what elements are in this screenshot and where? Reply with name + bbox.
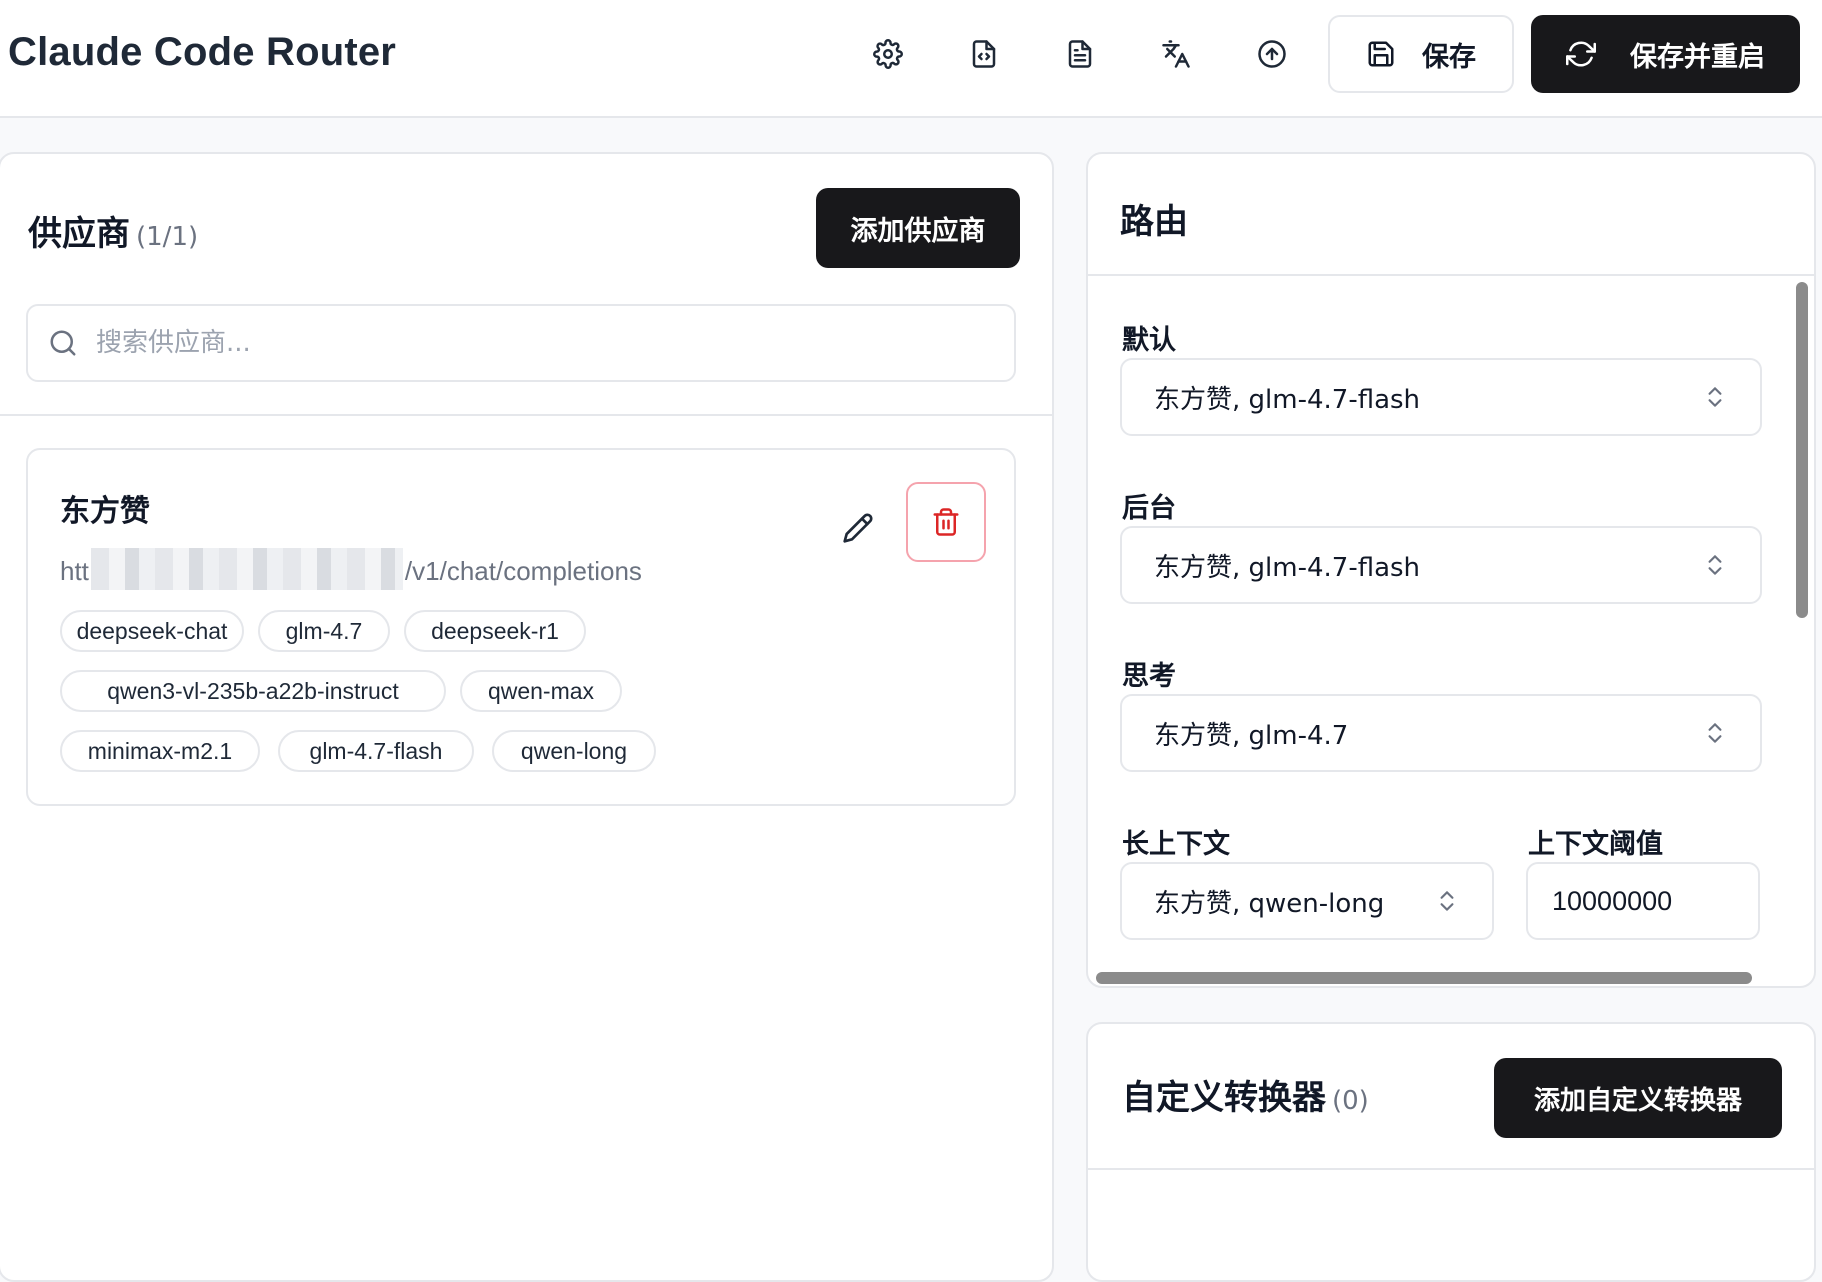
delete-provider-button[interactable] bbox=[906, 482, 986, 562]
save-label: 保存 bbox=[1422, 41, 1476, 73]
chevron-up-down-icon bbox=[1708, 555, 1722, 575]
model-chip: minimax-m2.1 bbox=[60, 730, 260, 772]
save-icon bbox=[1368, 41, 1394, 67]
model-chip: deepseek-r1 bbox=[404, 610, 586, 652]
chevron-up-down-icon bbox=[1440, 891, 1454, 911]
chevron-up-down-icon bbox=[1708, 387, 1722, 407]
provider-card: 东方赞 htt/v1/chat/completions deepseek-cha… bbox=[26, 448, 1016, 806]
router-title: 路由 bbox=[1120, 202, 1188, 242]
redacted-url-segment bbox=[90, 548, 403, 590]
pencil-icon bbox=[843, 513, 873, 543]
app-title: Claude Code Router bbox=[8, 30, 397, 74]
model-chip: qwen-max bbox=[460, 670, 622, 712]
router-panel: 路由 默认 东方赞, glm-4.7-flash 后台 东方赞, glm-4.7… bbox=[1086, 152, 1816, 988]
providers-panel: 供应商(1/1) 添加供应商 东方赞 htt/v1/chat/completio… bbox=[0, 152, 1054, 1282]
providers-count: (1/1) bbox=[136, 222, 199, 252]
add-provider-button[interactable]: 添加供应商 bbox=[816, 188, 1020, 268]
providers-title: 供应商 (1/1) bbox=[28, 214, 199, 254]
transformers-count: (0) bbox=[1332, 1086, 1369, 1116]
file-text-icon[interactable] bbox=[1058, 32, 1102, 76]
default-label: 默认 bbox=[1122, 325, 1176, 356]
background-select[interactable]: 东方赞, glm-4.7-flash bbox=[1120, 526, 1762, 604]
divider bbox=[1088, 274, 1814, 276]
divider bbox=[0, 414, 1052, 416]
think-label: 思考 bbox=[1122, 661, 1176, 692]
divider bbox=[1088, 1168, 1816, 1170]
save-restart-button[interactable]: 保存并重启 bbox=[1531, 15, 1800, 93]
horizontal-scrollbar[interactable] bbox=[1096, 972, 1752, 984]
save-restart-label: 保存并重启 bbox=[1630, 41, 1765, 73]
refresh-icon bbox=[1566, 41, 1596, 67]
background-label: 后台 bbox=[1122, 493, 1176, 524]
edit-provider-button[interactable] bbox=[834, 504, 882, 552]
gear-icon[interactable] bbox=[866, 32, 910, 76]
think-select[interactable]: 东方赞, glm-4.7 bbox=[1120, 694, 1762, 772]
upload-circle-icon[interactable] bbox=[1250, 32, 1294, 76]
search-input[interactable] bbox=[94, 327, 978, 359]
model-chip: glm-4.7 bbox=[258, 610, 390, 652]
default-select[interactable]: 东方赞, glm-4.7-flash bbox=[1120, 358, 1762, 436]
model-chip: qwen3-vl-235b-a22b-instruct bbox=[60, 670, 446, 712]
model-chip: qwen-long bbox=[492, 730, 656, 772]
long-context-select[interactable]: 东方赞, qwen-long bbox=[1120, 862, 1494, 940]
search-icon bbox=[50, 330, 76, 356]
model-chip: deepseek-chat bbox=[60, 610, 244, 652]
vertical-scrollbar[interactable] bbox=[1796, 282, 1808, 618]
long-context-label: 长上下文 bbox=[1122, 829, 1230, 860]
file-code-icon[interactable] bbox=[962, 32, 1006, 76]
model-chip: glm-4.7-flash bbox=[278, 730, 474, 772]
provider-url: htt/v1/chat/completions bbox=[60, 548, 642, 590]
trash-icon bbox=[933, 508, 959, 536]
translate-icon[interactable] bbox=[1154, 32, 1198, 76]
app-header: Claude Code Router 保存 保存并重启 bbox=[0, 0, 1822, 118]
save-button[interactable]: 保存 bbox=[1328, 15, 1514, 93]
provider-name: 东方赞 bbox=[60, 494, 150, 529]
search-field[interactable] bbox=[26, 304, 1016, 382]
transformers-panel: 自定义转换器 (0) 添加自定义转换器 bbox=[1086, 1022, 1816, 1282]
chevron-up-down-icon bbox=[1708, 723, 1722, 743]
threshold-input[interactable]: 10000000 bbox=[1526, 862, 1760, 940]
add-transformer-button[interactable]: 添加自定义转换器 bbox=[1494, 1058, 1782, 1138]
threshold-label: 上下文阈值 bbox=[1528, 829, 1663, 860]
transformers-title: 自定义转换器 (0) bbox=[1122, 1078, 1369, 1118]
